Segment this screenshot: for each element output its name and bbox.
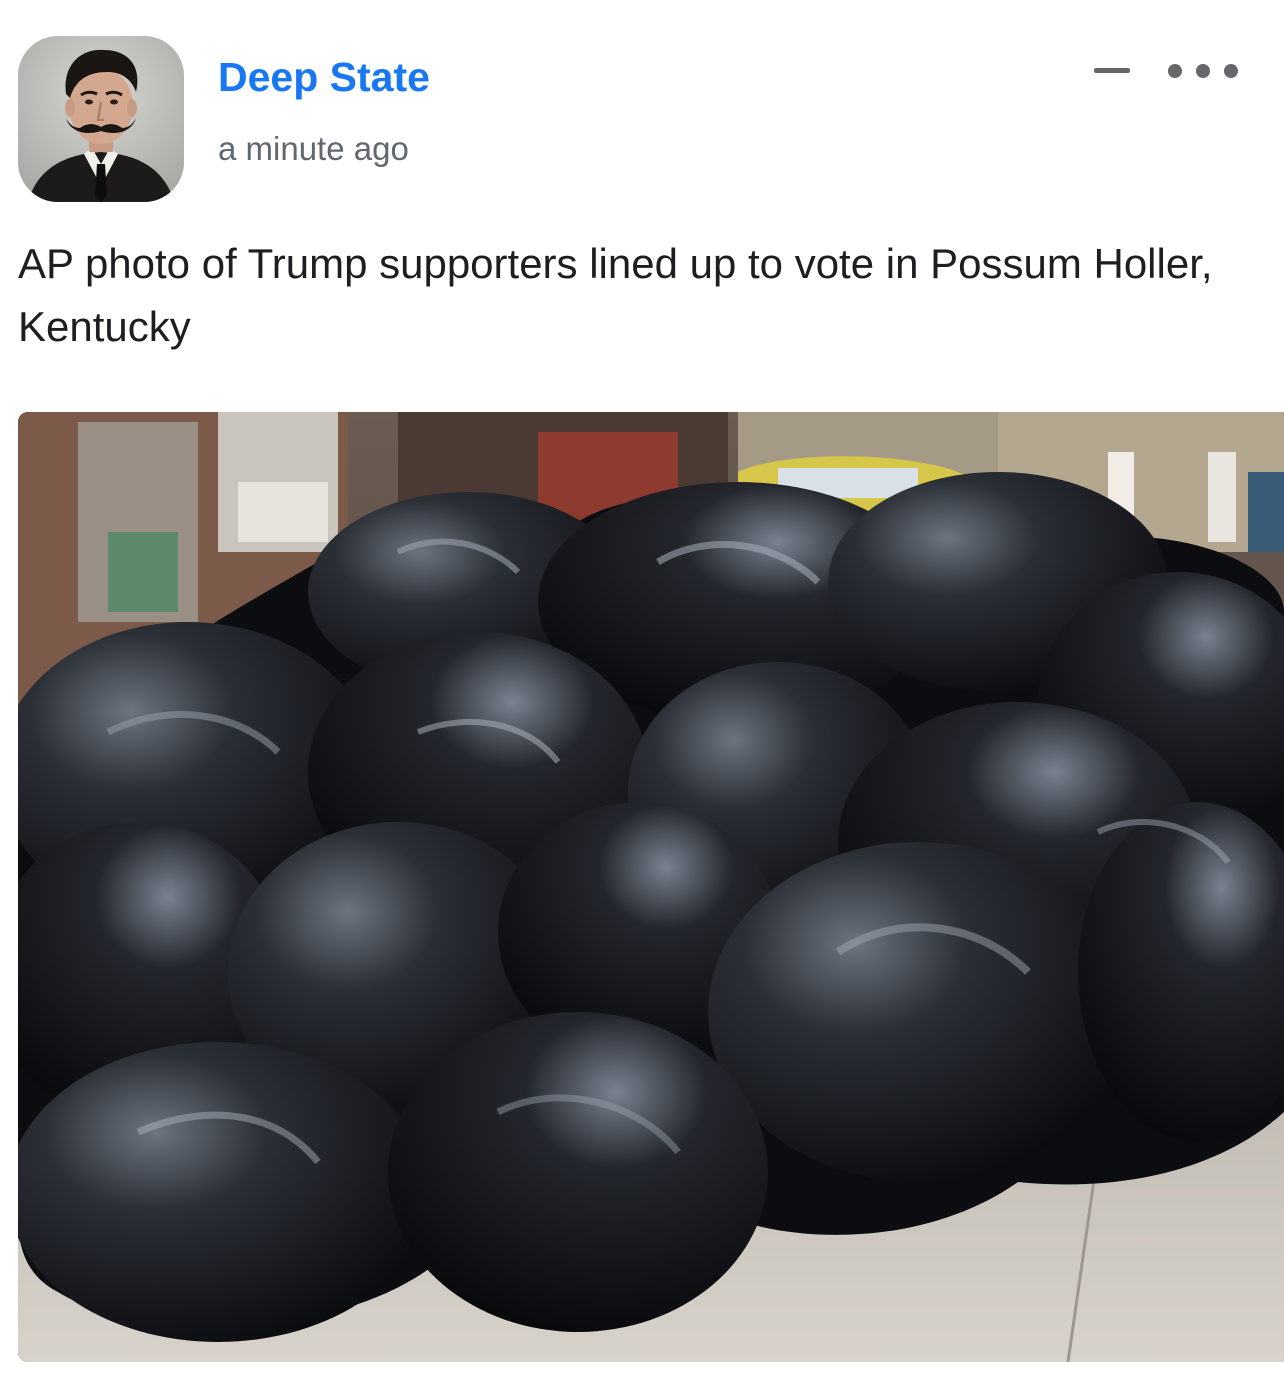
- more-options-button[interactable]: [1168, 56, 1238, 86]
- more-options-icon-dot: [1224, 64, 1238, 78]
- social-post: Deep State a minute ago AP photo of Trum…: [0, 0, 1284, 1380]
- more-options-icon-dot: [1196, 64, 1210, 78]
- minimize-icon: [1094, 68, 1130, 73]
- more-options-icon: [1168, 64, 1182, 78]
- post-photo[interactable]: [18, 412, 1284, 1362]
- minimize-button[interactable]: [1090, 56, 1134, 86]
- profile-portrait-icon: [18, 36, 184, 202]
- post-timestamp[interactable]: a minute ago: [218, 130, 409, 168]
- author-avatar[interactable]: [18, 36, 184, 202]
- post-header: Deep State a minute ago: [18, 36, 1268, 206]
- trash-bags-photo: [18, 412, 1284, 1362]
- post-caption: AP photo of Trump supporters lined up to…: [18, 240, 1213, 350]
- author-name-link[interactable]: Deep State: [218, 54, 430, 101]
